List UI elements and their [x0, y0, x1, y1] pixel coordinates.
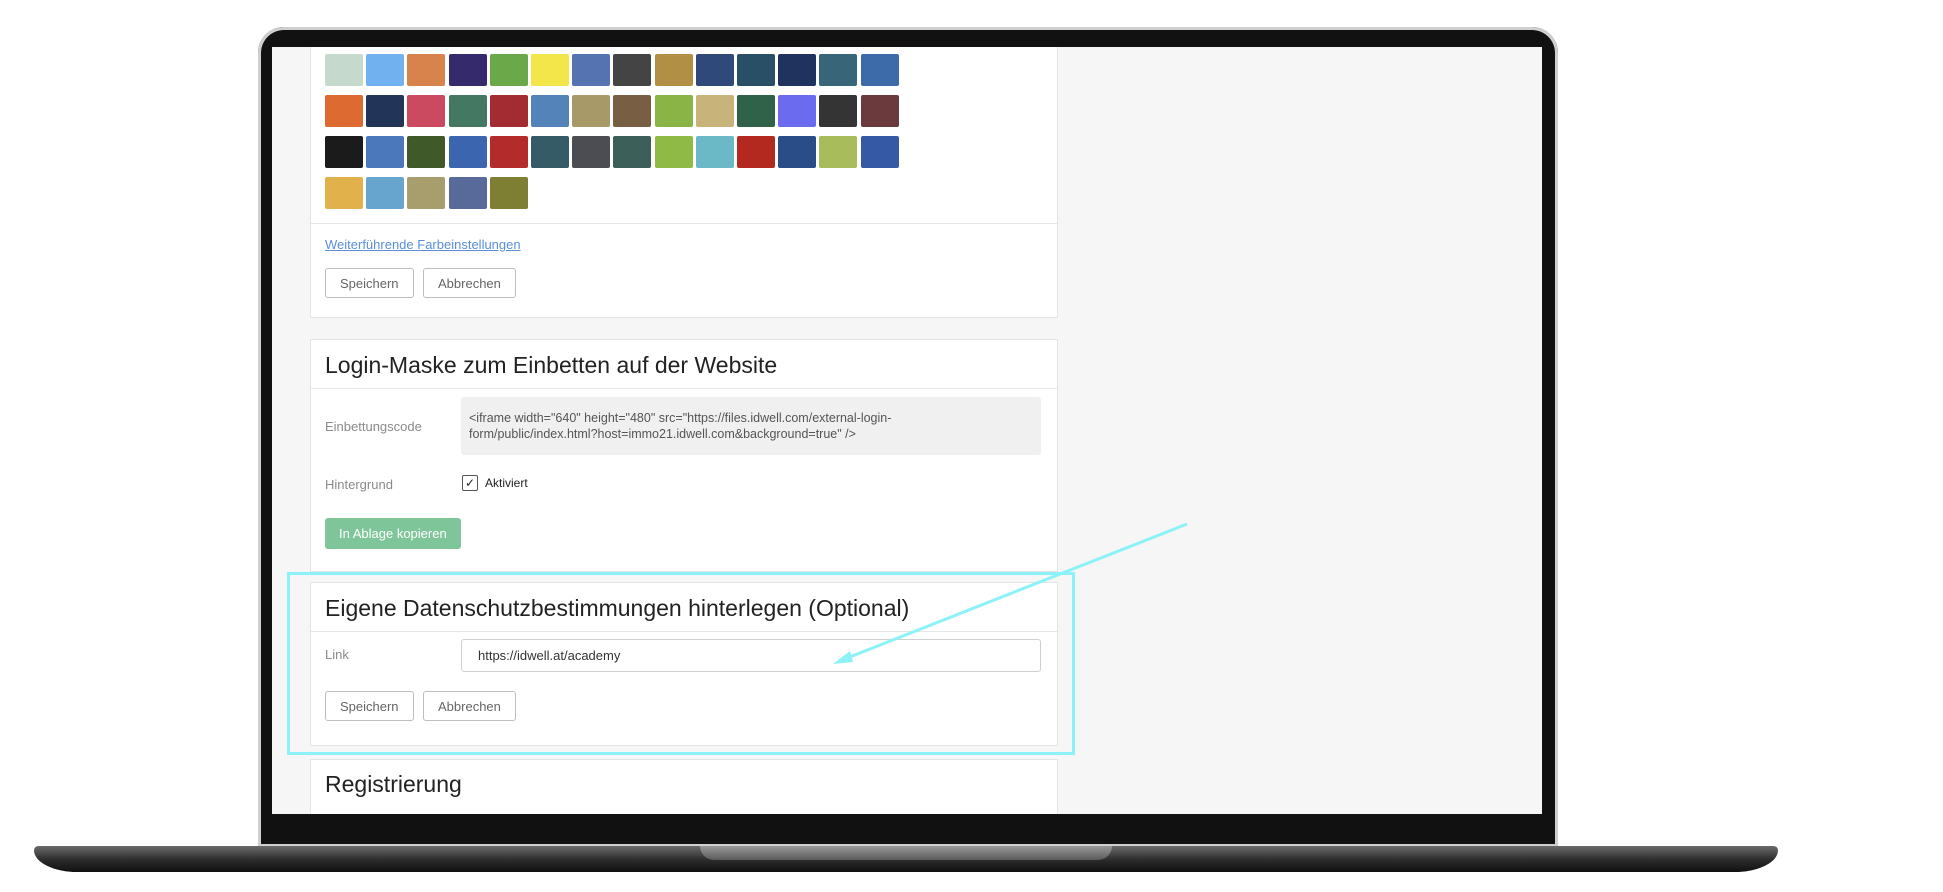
annotation-arrow [833, 522, 1188, 664]
